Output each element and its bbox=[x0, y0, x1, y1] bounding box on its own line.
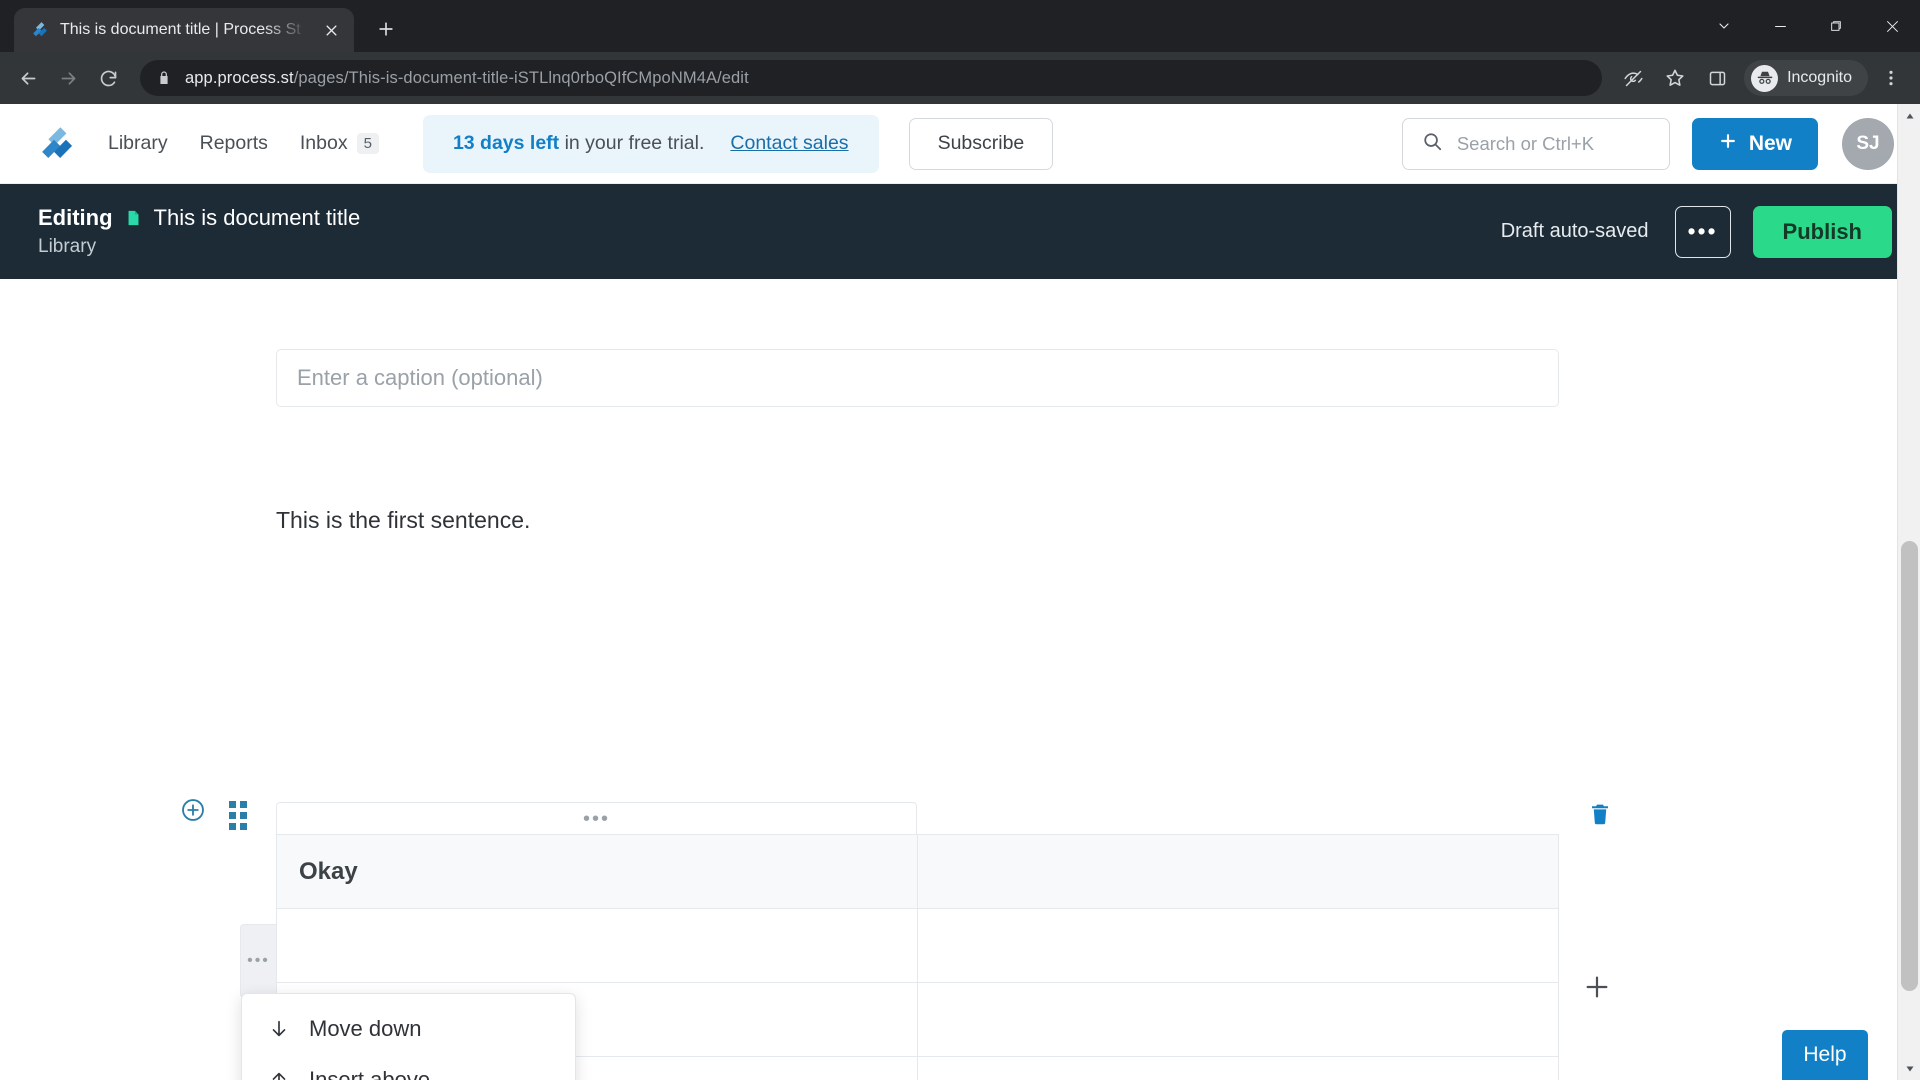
drag-dot bbox=[240, 812, 247, 819]
drag-dot bbox=[229, 801, 236, 808]
browser-toolbar: app.process.st/pages/This-is-document-ti… bbox=[0, 52, 1920, 104]
scrollbar-thumb[interactable] bbox=[1901, 541, 1918, 991]
search-input[interactable]: Search or Ctrl+K bbox=[1401, 117, 1670, 170]
editing-toolbar: Editing This is document title Library D… bbox=[0, 184, 1920, 279]
breadcrumb[interactable]: Library bbox=[38, 236, 360, 258]
tab-strip: This is document title | Process St bbox=[0, 0, 1920, 52]
close-icon[interactable] bbox=[1864, 0, 1920, 52]
sidebar-item-library[interactable]: Library bbox=[108, 132, 168, 155]
inbox-count-badge: 5 bbox=[356, 133, 379, 154]
arrow-right-icon[interactable] bbox=[50, 60, 86, 96]
incognito-indicator[interactable]: Incognito bbox=[1744, 60, 1868, 96]
arrow-left-icon[interactable] bbox=[10, 60, 46, 96]
table-cell[interactable] bbox=[917, 1056, 1559, 1080]
trial-text: 13 days left in your free trial. bbox=[453, 132, 704, 155]
table-cell[interactable] bbox=[917, 834, 1559, 909]
row-context-menu: Move down Insert above bbox=[241, 993, 576, 1080]
drag-dot bbox=[229, 823, 236, 830]
chevron-down-icon[interactable] bbox=[1696, 0, 1752, 52]
editing-title-row: Editing This is document title bbox=[38, 205, 360, 231]
search-icon bbox=[1421, 130, 1443, 157]
add-column-button[interactable] bbox=[1583, 973, 1611, 1001]
table-cell[interactable] bbox=[917, 982, 1559, 1057]
search-placeholder: Search or Ctrl+K bbox=[1456, 132, 1595, 154]
reload-icon[interactable] bbox=[90, 60, 126, 96]
document-icon bbox=[125, 207, 142, 229]
side-panel-icon[interactable] bbox=[1698, 59, 1736, 97]
document-canvas: Enter a caption (optional) This is the f… bbox=[0, 279, 1920, 1080]
editing-state-label: Editing bbox=[38, 205, 113, 230]
menu-item-label: Insert above bbox=[309, 1066, 431, 1080]
publish-button[interactable]: Publish bbox=[1752, 205, 1892, 258]
minimize-icon[interactable] bbox=[1752, 0, 1808, 52]
contact-sales-link[interactable]: Contact sales bbox=[730, 132, 848, 155]
window-controls bbox=[1696, 0, 1920, 52]
sidebar-item-inbox[interactable]: Inbox 5 bbox=[300, 132, 379, 155]
process-st-logo-icon bbox=[30, 20, 50, 40]
address-bar[interactable]: app.process.st/pages/This-is-document-ti… bbox=[140, 60, 1603, 96]
plus-icon bbox=[1718, 131, 1738, 157]
process-st-logo-icon[interactable] bbox=[34, 123, 80, 165]
menu-item-insert-above[interactable]: Insert above bbox=[242, 1054, 575, 1080]
plus-circle-icon[interactable] bbox=[180, 797, 206, 823]
row-handle-button[interactable]: ••• bbox=[240, 924, 276, 998]
table-cell[interactable]: Okay bbox=[276, 834, 918, 909]
drag-dot bbox=[229, 812, 236, 819]
drag-dot bbox=[240, 823, 247, 830]
arrow-down-icon bbox=[268, 1018, 290, 1040]
new-tab-button[interactable] bbox=[368, 11, 404, 47]
menu-item-label: Move down bbox=[309, 1015, 422, 1041]
new-button-label: New bbox=[1748, 131, 1792, 155]
more-options-button[interactable]: ••• bbox=[1674, 205, 1731, 258]
three-dot-horizontal-icon: ••• bbox=[582, 807, 610, 830]
incognito-icon bbox=[1751, 64, 1779, 92]
nav-links: Library Reports Inbox 5 bbox=[108, 132, 379, 155]
table-cell[interactable] bbox=[276, 908, 918, 983]
app-top-nav: Library Reports Inbox 5 13 days left in … bbox=[0, 104, 1920, 184]
delete-table-icon[interactable] bbox=[1588, 801, 1612, 827]
menu-item-move-down[interactable]: Move down bbox=[242, 1003, 575, 1054]
sidebar-item-reports[interactable]: Reports bbox=[200, 132, 268, 155]
table-row[interactable] bbox=[276, 908, 1559, 983]
trial-banner: 13 days left in your free trial. Contact… bbox=[422, 114, 879, 173]
three-dot-menu-icon[interactable] bbox=[1872, 59, 1910, 97]
star-icon[interactable] bbox=[1656, 59, 1694, 97]
table-cell[interactable] bbox=[917, 908, 1559, 983]
lock-icon bbox=[156, 70, 173, 87]
three-dot-horizontal-icon: ••• bbox=[247, 952, 270, 969]
browser-window: This is document title | Process St app.… bbox=[0, 0, 1920, 1080]
subscribe-button[interactable]: Subscribe bbox=[908, 117, 1054, 170]
scroll-down-arrow-icon[interactable] bbox=[1898, 1057, 1920, 1080]
trial-rest: in your free trial. bbox=[559, 132, 705, 154]
url-text: app.process.st/pages/This-is-document-ti… bbox=[185, 69, 1586, 88]
column-menu-button[interactable]: ••• bbox=[276, 802, 917, 834]
url-path: /pages/This-is-document-title-iSTLlnq0rb… bbox=[293, 68, 749, 87]
drag-dot bbox=[240, 801, 247, 808]
table-row[interactable]: Okay bbox=[276, 834, 1559, 909]
page-viewport: Library Reports Inbox 5 13 days left in … bbox=[0, 104, 1920, 1080]
help-button[interactable]: Help bbox=[1782, 1030, 1868, 1080]
trial-days: 13 days left bbox=[452, 132, 560, 154]
page-title: This is document title bbox=[153, 205, 361, 230]
editing-title-group: Editing This is document title Library bbox=[38, 205, 360, 258]
url-domain: app.process.st bbox=[185, 68, 294, 87]
autosave-status: Draft auto-saved bbox=[1500, 220, 1649, 242]
scrollbar[interactable] bbox=[1897, 104, 1920, 1080]
arrow-up-to-line-icon bbox=[268, 1069, 290, 1080]
avatar[interactable]: SJ bbox=[1842, 117, 1894, 170]
maximize-icon[interactable] bbox=[1808, 0, 1864, 52]
add-new-button[interactable]: New bbox=[1691, 117, 1818, 170]
tab-title: This is document title | Process St bbox=[60, 21, 301, 38]
incognito-label: Incognito bbox=[1787, 69, 1852, 86]
inbox-label: Inbox bbox=[299, 132, 348, 154]
close-icon[interactable] bbox=[318, 17, 344, 43]
scroll-up-arrow-icon[interactable] bbox=[1898, 104, 1920, 127]
browser-tab[interactable]: This is document title | Process St bbox=[14, 8, 354, 52]
caption-input[interactable]: Enter a caption (optional) bbox=[276, 349, 1559, 407]
eye-off-icon[interactable] bbox=[1614, 59, 1652, 97]
drag-grid-icon[interactable] bbox=[229, 801, 247, 830]
paragraph-block[interactable]: This is the first sentence. bbox=[276, 507, 530, 534]
caption-placeholder: Enter a caption (optional) bbox=[297, 365, 543, 390]
